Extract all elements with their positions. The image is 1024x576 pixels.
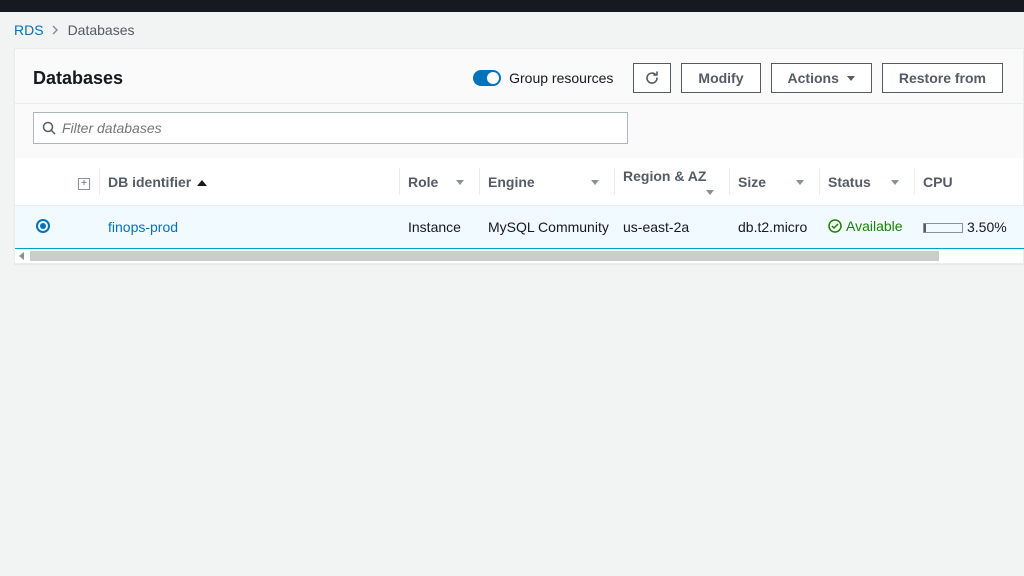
- sort-icon: [591, 180, 599, 185]
- db-identifier-link[interactable]: finops-prod: [108, 219, 178, 235]
- table-header-row: + DB identifier Role Engine Region & AZ …: [15, 158, 1024, 206]
- group-resources-label: Group resources: [509, 70, 613, 86]
- page-title: Databases: [33, 68, 123, 89]
- sort-icon: [796, 180, 804, 185]
- chevron-right-icon: [52, 22, 60, 38]
- actions-button[interactable]: Actions: [771, 63, 872, 93]
- table-row[interactable]: finops-prod Instance MySQL Community us-…: [15, 206, 1024, 249]
- cell-size: db.t2.micro: [730, 206, 820, 249]
- column-select: [15, 158, 70, 206]
- caret-down-icon: [847, 76, 855, 81]
- databases-panel: Databases Group resources Modify Actions…: [14, 48, 1024, 264]
- column-size[interactable]: Size: [730, 158, 820, 206]
- search-icon: [42, 121, 56, 135]
- status-badge: Available: [828, 218, 903, 234]
- column-expand[interactable]: +: [70, 158, 100, 206]
- refresh-icon: [644, 70, 660, 86]
- top-nav-bar: [0, 0, 1024, 12]
- column-status[interactable]: Status: [820, 158, 915, 206]
- group-resources-toggle-wrap: Group resources: [473, 70, 613, 86]
- modify-button[interactable]: Modify: [681, 63, 760, 93]
- breadcrumb-current: Databases: [68, 22, 135, 38]
- cpu-meter: [923, 223, 963, 233]
- group-resources-toggle[interactable]: [473, 70, 501, 86]
- cell-engine: MySQL Community: [480, 206, 615, 249]
- filter-input-wrap: [33, 112, 628, 144]
- panel-header: Databases Group resources Modify Actions…: [15, 49, 1023, 104]
- scroll-left-icon[interactable]: [19, 252, 24, 260]
- refresh-button[interactable]: [633, 63, 671, 93]
- filter-row: [15, 104, 1023, 158]
- column-db-identifier[interactable]: DB identifier: [100, 158, 400, 206]
- sort-icon: [456, 180, 464, 185]
- sort-asc-icon: [197, 180, 207, 186]
- filter-input[interactable]: [56, 120, 619, 136]
- restore-button[interactable]: Restore from: [882, 63, 1003, 93]
- header-actions: Group resources Modify Actions Restore f…: [473, 63, 1003, 93]
- scroll-thumb[interactable]: [30, 251, 939, 261]
- cell-role: Instance: [400, 206, 480, 249]
- check-circle-icon: [828, 219, 842, 233]
- expand-all-icon[interactable]: +: [78, 178, 90, 190]
- column-role[interactable]: Role: [400, 158, 480, 206]
- cell-cpu: 3.50%: [915, 206, 1024, 249]
- sort-icon: [891, 180, 899, 185]
- row-radio[interactable]: [36, 219, 50, 233]
- cell-region-az: us-east-2a: [615, 206, 730, 249]
- databases-table: + DB identifier Role Engine Region & AZ …: [15, 158, 1024, 249]
- horizontal-scrollbar[interactable]: [15, 249, 1023, 263]
- column-cpu[interactable]: CPU: [915, 158, 1024, 206]
- column-engine[interactable]: Engine: [480, 158, 615, 206]
- breadcrumb-root-link[interactable]: RDS: [14, 22, 44, 38]
- column-region-az[interactable]: Region & AZ: [615, 158, 730, 206]
- breadcrumb: RDS Databases: [0, 12, 1024, 48]
- actions-label: Actions: [788, 70, 839, 86]
- sort-icon: [706, 190, 714, 195]
